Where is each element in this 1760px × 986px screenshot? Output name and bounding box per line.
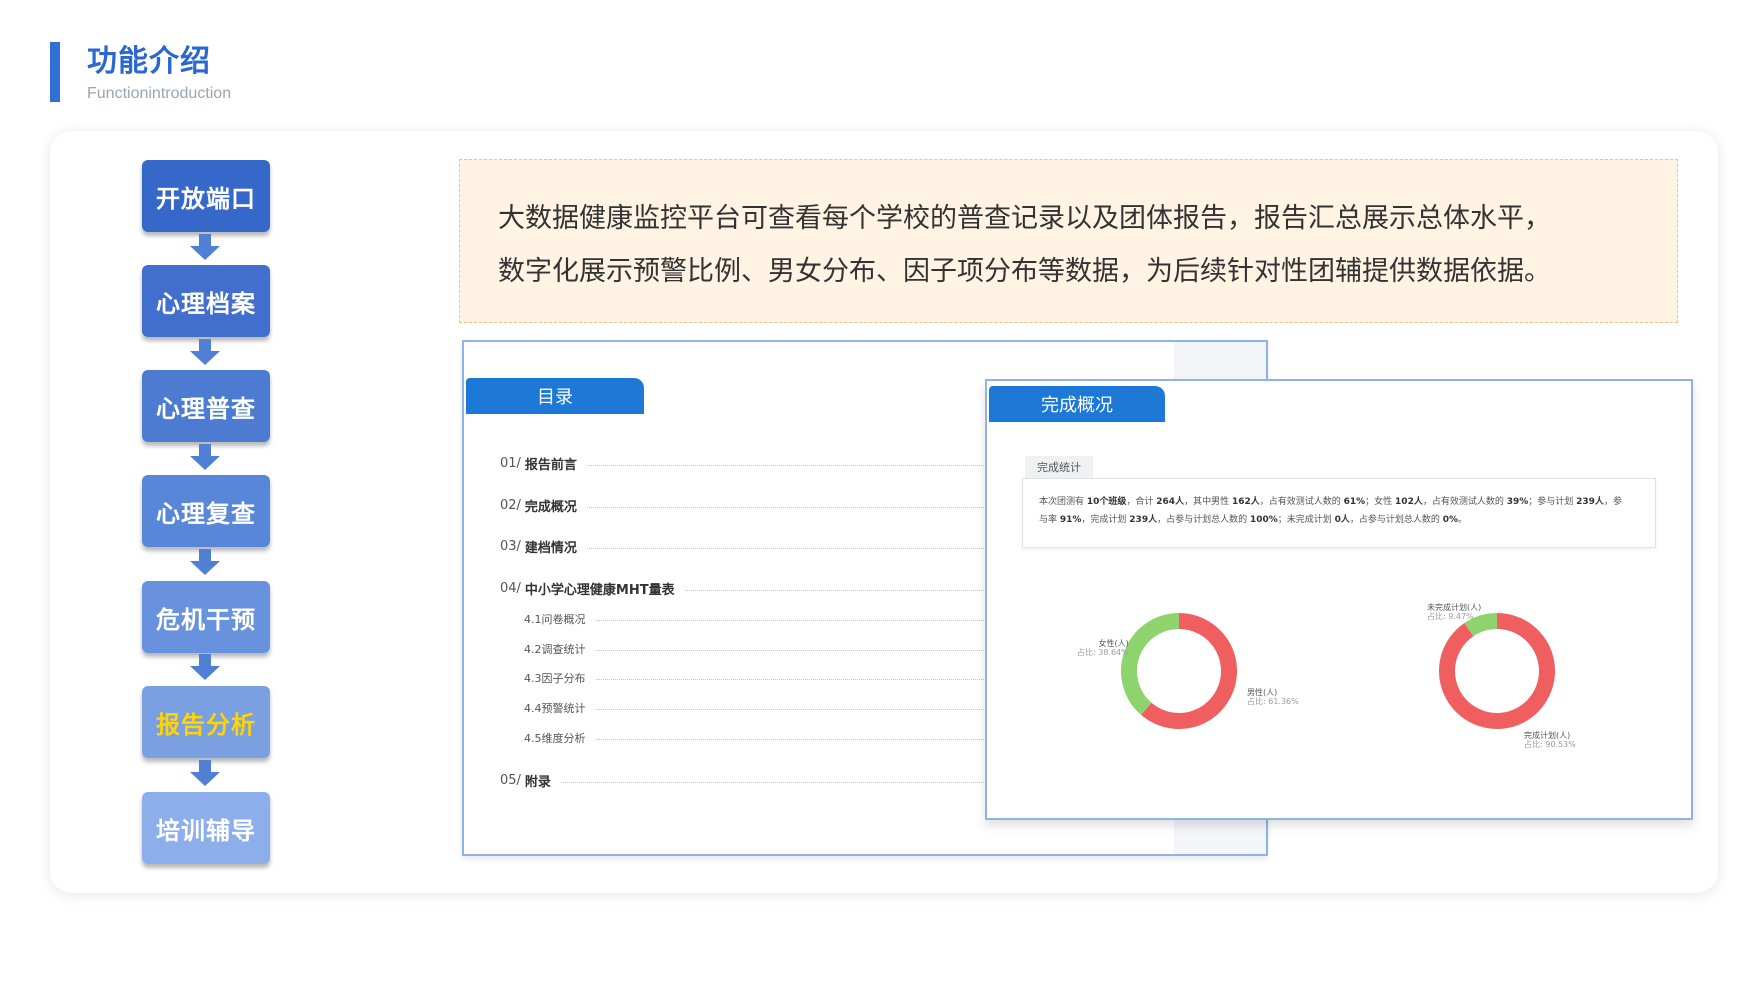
stats-text: ，占参与计划总人数的 — [1349, 515, 1443, 525]
stats-text: ，占有效测试人数的 — [1259, 497, 1344, 507]
flow-arrow-down-icon — [190, 444, 220, 470]
stats-text: ，占参与计划总人数的 — [1157, 515, 1250, 525]
flow-step-button[interactable]: 心理档案 — [142, 265, 270, 337]
flow-step-button[interactable]: 危机干预 — [142, 581, 270, 653]
donut-label-complete: 完成计划(人) 占比: 90.53% — [1524, 731, 1576, 749]
stats-line-2: 与率 91%，完成计划 239人，占参与计划总人数的 100%；未完成计划 0人… — [1039, 511, 1639, 529]
toc-item-label: 完成概况 — [524, 500, 577, 515]
toc-item-label: 4.1问卷概况 — [524, 613, 586, 626]
toc-item-label: 建档情况 — [524, 541, 577, 556]
stats-value: 0人 — [1334, 515, 1350, 525]
donut-label-male: 男性(人) 占比: 61.36% — [1247, 688, 1299, 706]
donut-label-name: 未完成计划(人) — [1427, 603, 1482, 612]
title-accent-bar — [50, 42, 60, 102]
stats-value: 0% — [1442, 515, 1459, 525]
toc-item-label: 4.3因子分布 — [524, 672, 586, 685]
stats-text: 与率 — [1039, 515, 1060, 525]
stats-text: 。 — [1458, 515, 1468, 525]
donut-slice — [1141, 613, 1237, 729]
stats-value: 102人 — [1395, 497, 1423, 507]
stats-text: ，占有效测试人数的 — [1422, 497, 1507, 507]
donut-label-pct: 占比: 9.47% — [1427, 612, 1474, 621]
donut-label-pct: 占比: 90.53% — [1524, 740, 1576, 749]
stats-text: 本次团测有 — [1039, 497, 1087, 507]
toc-panel-shade-bottom — [1174, 818, 1266, 854]
stats-value: 100% — [1249, 515, 1278, 525]
flow-step-button[interactable]: 心理普查 — [142, 370, 270, 442]
toc-item-number: 05/ — [500, 773, 521, 788]
stats-value: 61% — [1343, 497, 1366, 507]
stats-value: 239人 — [1576, 497, 1604, 507]
donut-label-name: 男性(人) — [1247, 688, 1278, 697]
flow-step-button[interactable]: 培训辅导 — [142, 792, 270, 864]
page-subtitle: Functionintroduction — [87, 85, 232, 102]
stats-value: 239人 — [1129, 515, 1158, 525]
toc-panel-shade — [1174, 342, 1266, 380]
description-line-1: 大数据健康监控平台可查看每个学校的普查记录以及团体报告，报告汇总展示总体水平， — [498, 203, 1551, 234]
donut-slice — [1439, 613, 1555, 729]
stats-value: 10个班级 — [1086, 497, 1127, 507]
stats-value: 264人 — [1156, 497, 1185, 507]
donut-label-name: 女性(人) — [1098, 639, 1129, 648]
completion-stats-summary: 本次团测有 10个班级，合计 264人，其中男性 162人，占有效测试人数的 6… — [1022, 478, 1656, 548]
stats-text: ；参与计划 — [1528, 497, 1577, 507]
toc-header: 目录 — [466, 378, 644, 414]
toc-item-label: 4.5维度分析 — [524, 732, 586, 745]
plan-donut-chart — [1439, 613, 1555, 729]
stats-text: ；未完成计划 — [1277, 515, 1335, 525]
donut-slice — [1121, 613, 1180, 715]
donut-label-female: 女性(人) 占比: 38.64% — [1077, 639, 1129, 657]
stats-text: ；女性 — [1365, 497, 1396, 507]
donut-label-pct: 占比: 61.36% — [1247, 697, 1299, 706]
completion-stats-tab[interactable]: 完成统计 — [1025, 456, 1093, 478]
page-title: 功能介绍 — [87, 44, 211, 79]
completion-panel: 完成概况 完成统计 本次团测有 10个班级，合计 264人，其中男性 162人，… — [985, 379, 1693, 820]
description-box: 大数据健康监控平台可查看每个学校的普查记录以及团体报告，报告汇总展示总体水平， … — [459, 159, 1678, 323]
toc-item-number: 01/ — [500, 456, 521, 471]
donut-label-incomplete: 未完成计划(人) 占比: 9.47% — [1427, 603, 1481, 621]
flow-arrow-down-icon — [190, 339, 220, 365]
stats-value: 39% — [1506, 497, 1529, 507]
flow-step-button[interactable]: 开放端口 — [142, 160, 270, 232]
stats-text: ，参 — [1603, 497, 1622, 507]
donut-label-name: 完成计划(人) — [1524, 731, 1571, 740]
donut-label-pct: 占比: 38.64% — [1077, 648, 1129, 657]
toc-item-number: 04/ — [500, 581, 521, 596]
stats-text: ，其中男性 — [1184, 497, 1232, 507]
stats-text: ，合计 — [1126, 497, 1157, 507]
stats-value: 91% — [1059, 515, 1082, 525]
description-line-2: 数字化展示预警比例、男女分布、因子项分布等数据，为后续针对性团辅提供数据依据。 — [498, 256, 1551, 287]
stats-value: 162人 — [1231, 497, 1260, 507]
toc-item-label: 4.2调查统计 — [524, 643, 586, 656]
flow-step-button[interactable]: 心理复查 — [142, 475, 270, 547]
flow-arrow-down-icon — [190, 549, 220, 575]
flow-arrow-down-icon — [190, 654, 220, 680]
flow-arrow-down-icon — [190, 234, 220, 260]
flow-step-button[interactable]: 报告分析 — [142, 686, 270, 758]
toc-item-number: 03/ — [500, 539, 521, 554]
stats-line-1: 本次团测有 10个班级，合计 264人，其中男性 162人，占有效测试人数的 6… — [1039, 493, 1639, 511]
stats-text: ，完成计划 — [1081, 515, 1130, 525]
toc-item-label: 附录 — [524, 775, 551, 790]
toc-item-label: 4.4预警统计 — [524, 702, 586, 715]
toc-item-number: 02/ — [500, 498, 521, 513]
donut-slice — [1464, 613, 1498, 637]
gender-donut-chart — [1121, 613, 1237, 729]
toc-item-label: 报告前言 — [524, 458, 577, 473]
toc-item-label: 中小学心理健康MHT量表 — [524, 583, 675, 598]
flow-arrow-down-icon — [190, 760, 220, 786]
completion-header: 完成概况 — [989, 386, 1165, 422]
